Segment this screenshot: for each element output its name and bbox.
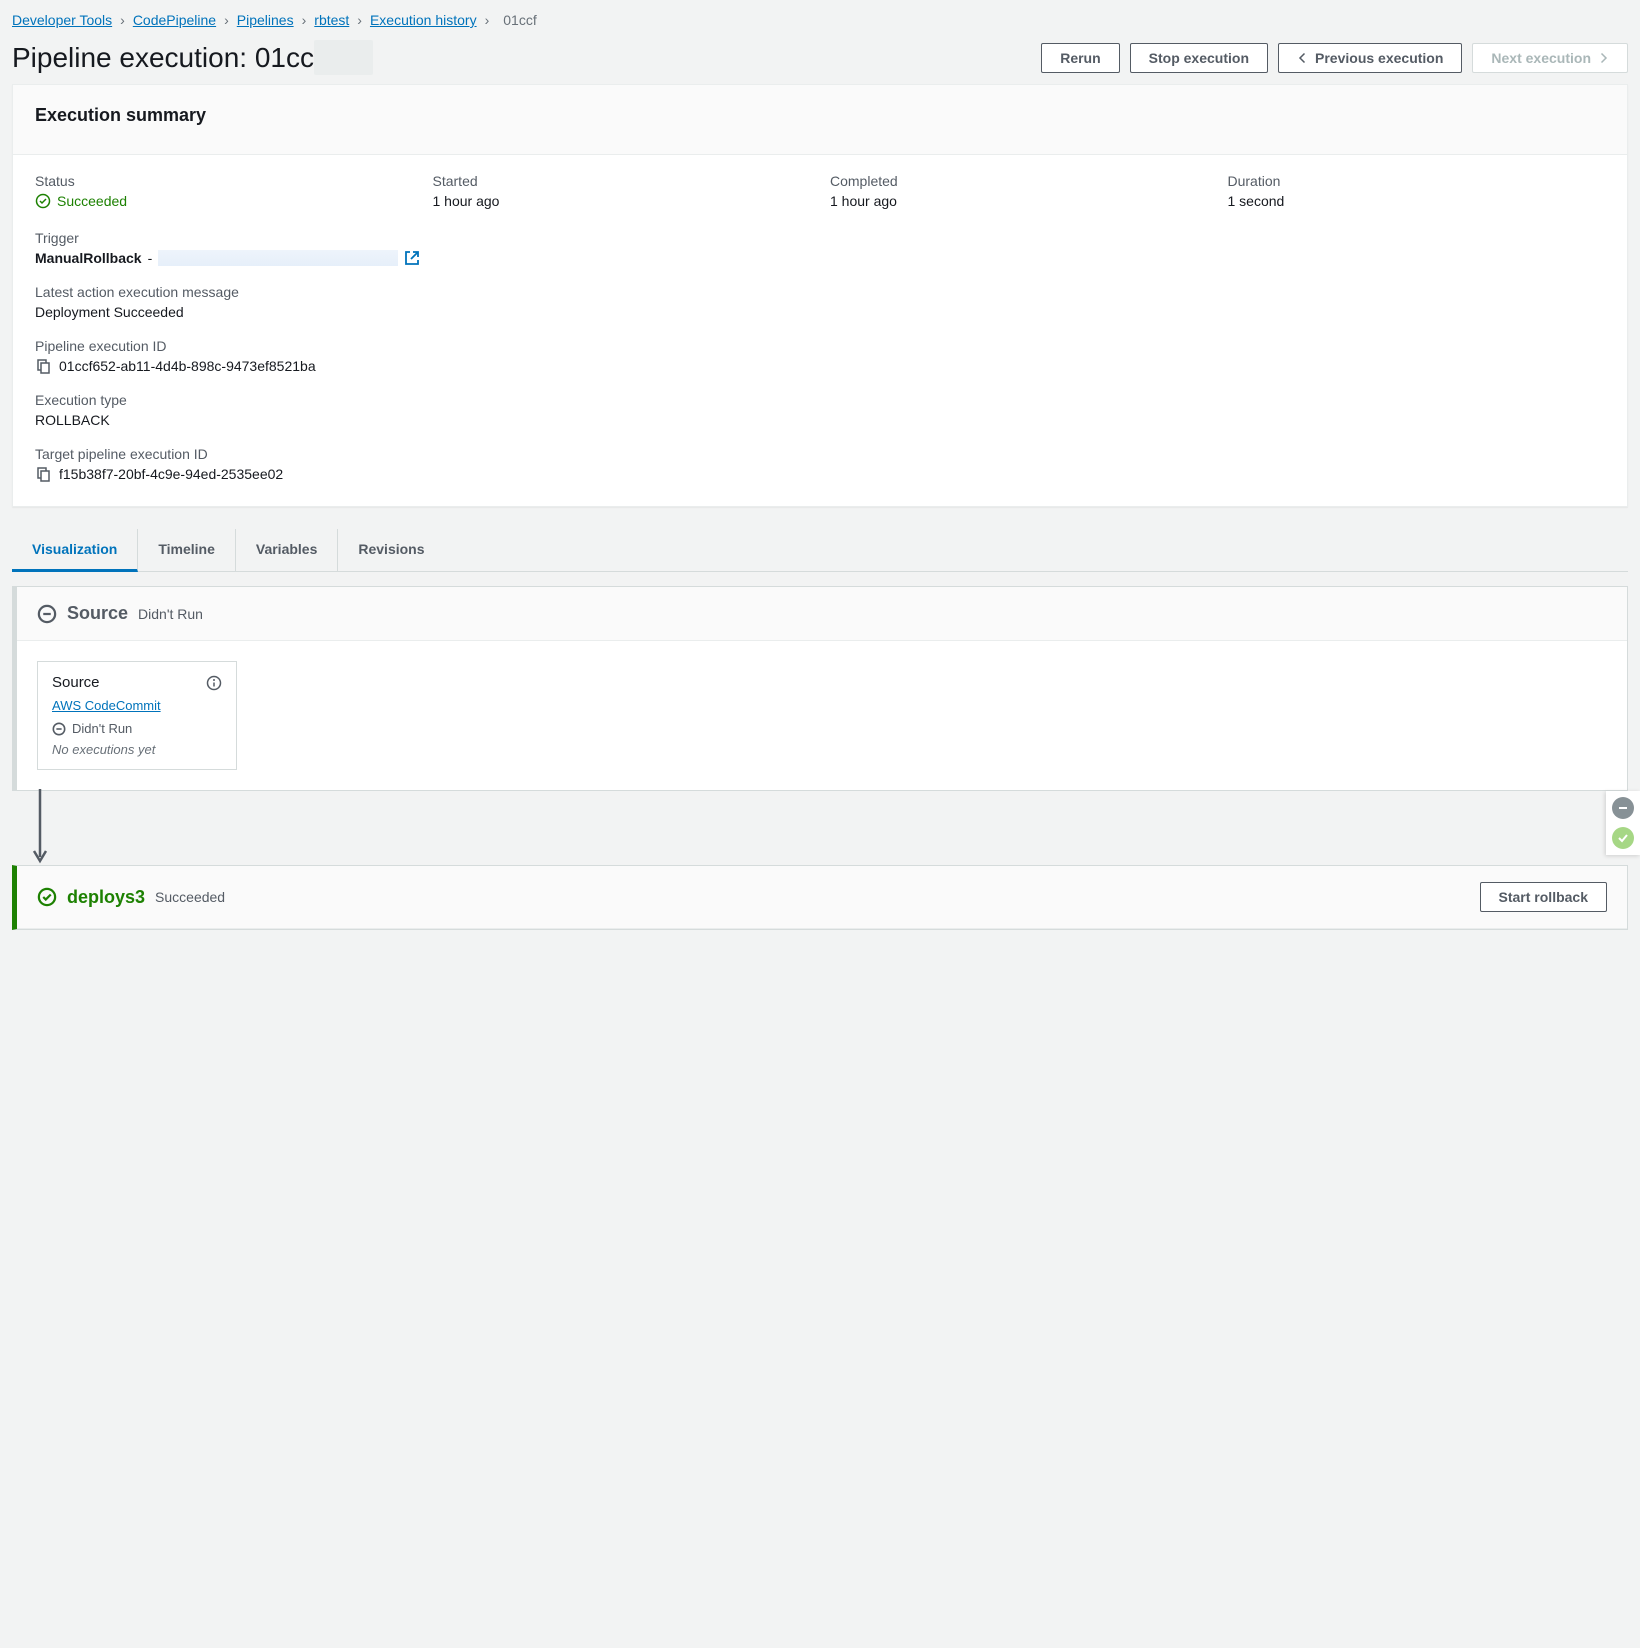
breadcrumb: Developer Tools › CodePipeline › Pipelin… (12, 12, 1628, 28)
trigger-link[interactable] (158, 250, 398, 266)
breadcrumb-codepipeline[interactable]: CodePipeline (133, 12, 216, 28)
exec-id-label: Pipeline execution ID (35, 338, 1605, 354)
badge-check-icon[interactable] (1612, 827, 1634, 849)
panel-title: Execution summary (35, 105, 1605, 126)
latest-msg-value: Deployment Succeeded (35, 304, 1605, 320)
stage-source-name: Source (67, 603, 128, 624)
header-button-row: Rerun Stop execution Previous execution … (1041, 43, 1628, 73)
trigger-type: ManualRollback (35, 250, 142, 266)
start-rollback-button[interactable]: Start rollback (1480, 882, 1607, 912)
stage-deploys3-name: deploys3 (67, 887, 145, 908)
target-exec-id-value: f15b38f7-20bf-4c9e-94ed-2535ee02 (59, 466, 283, 482)
chevron-right-icon: › (120, 12, 125, 28)
duration-value: 1 second (1228, 193, 1606, 209)
breadcrumb-current: 01ccf (497, 12, 542, 28)
action-card-source: Source AWS CodeCommit Didn't Run No exec… (37, 661, 237, 770)
rerun-button[interactable]: Rerun (1041, 43, 1119, 73)
completed-label: Completed (830, 173, 1208, 189)
chevron-right-icon: › (357, 12, 362, 28)
status-label: Status (35, 173, 413, 189)
exec-type-label: Execution type (35, 392, 1605, 408)
tab-revisions[interactable]: Revisions (338, 529, 444, 571)
page-header: Pipeline execution: 01cc Rerun Stop exec… (12, 42, 1628, 74)
minus-circle-icon (37, 604, 57, 624)
duration-label: Duration (1228, 173, 1606, 189)
stage-source-status: Didn't Run (138, 606, 203, 622)
tab-visualization[interactable]: Visualization (12, 529, 138, 572)
latest-msg-label: Latest action execution message (35, 284, 1605, 300)
page-title: Pipeline execution: 01cc (12, 42, 373, 74)
side-badges (1606, 791, 1640, 855)
external-link-icon[interactable] (404, 250, 420, 266)
tabs: Visualization Timeline Variables Revisio… (12, 529, 1628, 572)
tab-variables[interactable]: Variables (236, 529, 339, 571)
badge-minus-icon[interactable] (1612, 797, 1634, 819)
trigger-sep: - (148, 250, 153, 266)
stage-deploys3: deploys3 Succeeded Start rollback (12, 865, 1628, 930)
chevron-right-icon: › (302, 12, 307, 28)
action-detail: No executions yet (52, 742, 222, 757)
action-provider-link[interactable]: AWS CodeCommit (52, 698, 161, 713)
breadcrumb-exec-history[interactable]: Execution history (370, 12, 477, 28)
chevron-left-icon (1297, 52, 1309, 64)
stage-deploys3-status: Succeeded (155, 889, 225, 905)
breadcrumb-pipelines[interactable]: Pipelines (237, 12, 294, 28)
exec-type-value: ROLLBACK (35, 412, 1605, 428)
next-execution-button: Next execution (1472, 43, 1628, 73)
completed-value: 1 hour ago (830, 193, 1208, 209)
tab-timeline[interactable]: Timeline (138, 529, 236, 571)
action-name: Source (52, 674, 100, 691)
action-status-text: Didn't Run (72, 721, 132, 736)
previous-execution-button[interactable]: Previous execution (1278, 43, 1462, 73)
check-circle-icon (35, 193, 51, 209)
panel-header: Execution summary (13, 85, 1627, 155)
breadcrumb-devtools[interactable]: Developer Tools (12, 12, 112, 28)
stage-connector (30, 791, 1628, 865)
chevron-right-icon: › (224, 12, 229, 28)
exec-id-value: 01ccf652-ab11-4d4b-898c-9473ef8521ba (59, 358, 316, 374)
chevron-right-icon: › (485, 12, 490, 28)
copy-icon[interactable] (35, 358, 51, 374)
stop-execution-button[interactable]: Stop execution (1130, 43, 1268, 73)
started-value: 1 hour ago (433, 193, 811, 209)
execution-summary-panel: Execution summary Status Succeeded Start… (12, 84, 1628, 507)
target-exec-id-label: Target pipeline execution ID (35, 446, 1605, 462)
trigger-label: Trigger (35, 230, 1605, 246)
status-value: Succeeded (35, 193, 127, 209)
info-icon[interactable] (206, 675, 222, 691)
copy-icon[interactable] (35, 466, 51, 482)
check-circle-icon (37, 887, 57, 907)
started-label: Started (433, 173, 811, 189)
breadcrumb-rbtest[interactable]: rbtest (314, 12, 349, 28)
chevron-right-icon (1597, 52, 1609, 64)
stage-source: Source Didn't Run Source AWS CodeCommit … (12, 586, 1628, 791)
minus-circle-icon (52, 722, 66, 736)
